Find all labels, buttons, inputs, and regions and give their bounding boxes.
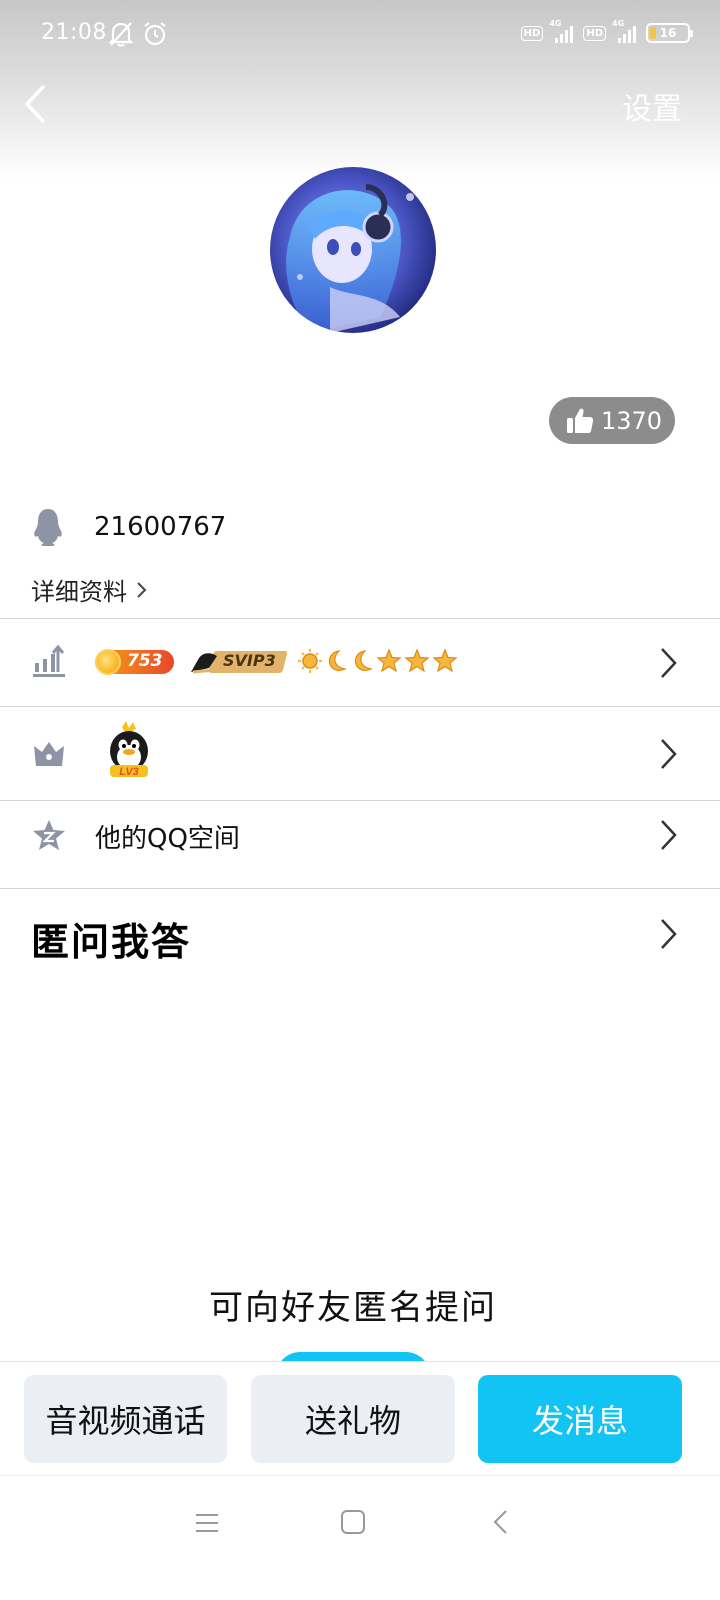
signal-icon: 4G	[549, 19, 577, 44]
back-nav-icon[interactable]	[490, 1508, 512, 1536]
avatar[interactable]	[270, 167, 436, 333]
qq-number-row: 21600767	[32, 505, 226, 549]
qzone-star-icon	[33, 820, 65, 850]
status-bar: 21:08 HD 4G HD 4G 16	[0, 0, 720, 70]
menu-icon[interactable]	[194, 1510, 220, 1536]
qq-penguin-icon	[34, 509, 62, 546]
crown-icon	[34, 742, 64, 766]
status-time: 21:08	[41, 20, 107, 45]
likes-count: 1370	[601, 406, 663, 435]
chevron-right-icon	[661, 820, 677, 850]
thumbs-up-icon	[567, 408, 594, 433]
qq-level-icons	[298, 648, 458, 674]
star-icon	[376, 648, 402, 673]
moon-icon	[328, 650, 347, 671]
chevron-right-icon	[661, 739, 677, 769]
settings-button[interactable]: 设置	[622, 84, 682, 128]
alarm-icon	[142, 20, 168, 52]
send-gift-button[interactable]: 送礼物	[251, 1375, 455, 1463]
level-up-icon	[33, 644, 65, 677]
qq-vip-mascot: LV3	[104, 721, 154, 781]
svip-level: SVIP3	[223, 651, 276, 670]
star-icon	[404, 648, 430, 673]
qzone-label: 他的QQ空间	[95, 824, 240, 854]
qq-number: 21600767	[94, 512, 227, 542]
anonymous-question-prompt: 可向好友匿名提问	[209, 1288, 497, 1328]
battery-level: 16	[659, 26, 677, 40]
qa-section-title: 匿问我答	[31, 920, 192, 964]
chevron-right-icon	[661, 648, 677, 678]
hd-badge: HD	[520, 25, 544, 41]
svip-wing-icon	[191, 653, 217, 674]
back-button[interactable]	[18, 82, 52, 126]
home-icon[interactable]	[340, 1509, 366, 1535]
detail-info-link[interactable]: 详细资料	[31, 572, 149, 607]
star-icon	[432, 648, 458, 673]
hd-badge-2: HD	[583, 25, 606, 41]
signal-icon-2: 4G	[612, 19, 640, 44]
battery-icon: 16	[646, 23, 693, 43]
svip-badge: SVIP3	[189, 648, 288, 676]
coin-level-value: 753	[127, 651, 163, 671]
sun-icon	[298, 649, 322, 673]
system-nav-bar	[0, 1475, 720, 1600]
like-button[interactable]: 1370	[549, 397, 675, 444]
mute-bell-icon	[108, 20, 134, 52]
detail-info-label: 详细资料	[31, 578, 127, 606]
mascot-level-label: LV3	[119, 766, 139, 778]
action-bar: 音视频通话 送礼物 发消息	[0, 1361, 720, 1475]
chevron-right-icon	[137, 581, 147, 598]
moon-icon	[354, 650, 373, 671]
chevron-left-icon	[25, 85, 45, 123]
chevron-right-icon	[661, 919, 677, 949]
av-call-button[interactable]: 音视频通话	[24, 1375, 227, 1463]
coin-icon	[95, 649, 121, 675]
coin-level-badge: 753	[95, 649, 174, 675]
send-message-button[interactable]: 发消息	[478, 1375, 682, 1463]
